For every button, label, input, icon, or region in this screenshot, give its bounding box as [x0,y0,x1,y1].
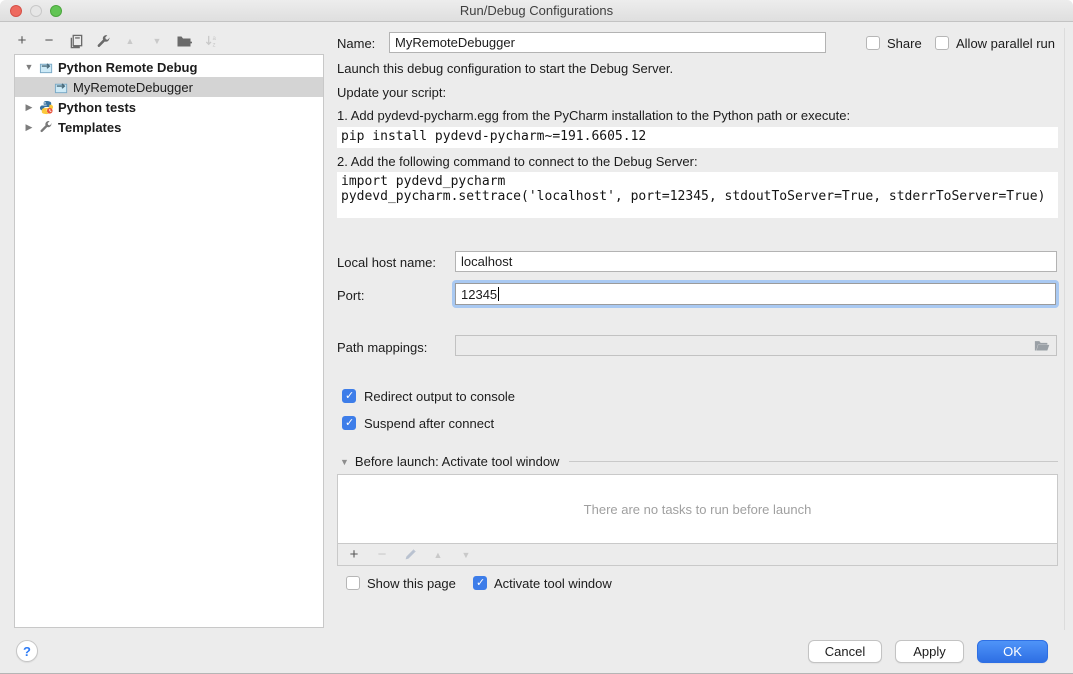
text-caret [498,287,499,301]
titlebar: Run/Debug Configurations [0,0,1073,22]
move-task-up-button[interactable]: ▲ [430,547,446,563]
python-icon [38,99,54,115]
configurations-tree: ▼ Python Remote Debug MyRemoteDebugger ▶… [14,54,324,628]
cancel-button[interactable]: Cancel [808,640,882,663]
help-icon: ? [23,644,31,659]
tree-item-python-tests[interactable]: ▶ Python tests [15,97,323,117]
sort-configurations-icon[interactable]: az [203,33,219,49]
port-label: Port: [337,288,364,303]
svg-text:z: z [212,41,215,48]
update-script-text: Update your script: [337,85,446,100]
tree-item-label: Python Remote Debug [58,60,197,75]
add-configuration-button[interactable]: + [14,33,30,49]
before-launch-task-list[interactable]: There are no tasks to run before launch [337,474,1058,544]
move-task-down-button[interactable]: ▼ [458,547,474,563]
share-label: Share [887,36,922,51]
port-input[interactable]: 12345 [455,283,1056,305]
suspend-after-connect-label: Suspend after connect [364,416,494,431]
apply-button[interactable]: Apply [895,640,964,663]
settrace-code-line2: pydevd_pycharm.settrace('localhost', por… [341,189,1054,204]
redirect-output-label: Redirect output to console [364,389,515,404]
task-toolbar: + − ▲ ▼ [337,544,1058,566]
show-this-page-label: Show this page [367,576,456,591]
move-up-button[interactable]: ▲ [122,33,138,49]
activate-tool-window-checkbox[interactable] [473,576,487,590]
intro-text: Launch this debug configuration to start… [337,61,673,76]
allow-parallel-run-label: Allow parallel run [956,36,1055,51]
settrace-code-line1: import pydevd_pycharm [341,174,1054,189]
chevron-collapsed-icon[interactable]: ▶ [23,122,35,133]
run-debug-configurations-dialog: Run/Debug Configurations + − ▲ ▼ az ▼ Py… [0,0,1073,674]
copy-configuration-icon[interactable] [68,33,84,49]
tree-item-label: Templates [58,120,121,135]
step1-text: 1. Add pydevd-pycharm.egg from the PyCha… [337,108,850,123]
suspend-after-connect-checkbox[interactable] [342,416,356,430]
before-launch-label: Before launch: Activate tool window [355,454,560,469]
tree-item-label: MyRemoteDebugger [73,80,193,95]
content-right-divider [1064,28,1065,630]
edit-task-icon[interactable] [402,547,418,563]
remote-debug-icon [53,79,69,95]
remove-task-button[interactable]: − [374,547,390,563]
local-host-name-label: Local host name: [337,255,436,270]
name-input[interactable] [389,32,826,53]
tree-item-label: Python tests [58,100,136,115]
redirect-output-checkbox[interactable] [342,389,356,403]
local-host-name-input[interactable] [455,251,1057,272]
path-mappings-label: Path mappings: [337,340,427,355]
remove-configuration-button[interactable]: − [41,33,57,49]
configurations-toolbar: + − ▲ ▼ az [14,31,219,51]
share-checkbox[interactable] [866,36,880,50]
step2-text: 2. Add the following command to connect … [337,154,698,169]
window-title: Run/Debug Configurations [0,3,1073,18]
before-launch-section-header[interactable]: ▼ Before launch: Activate tool window [340,454,1058,469]
chevron-expanded-icon[interactable]: ▼ [340,457,349,467]
tree-item-python-remote-debug[interactable]: ▼ Python Remote Debug [15,57,323,77]
pip-install-code: pip install pydevd-pycharm~=191.6605.12 [337,127,1058,148]
settrace-code-block: import pydevd_pycharmpydevd_pycharm.sett… [337,172,1058,218]
activate-tool-window-label: Activate tool window [494,576,612,591]
allow-parallel-run-checkbox[interactable] [935,36,949,50]
path-mappings-input[interactable] [455,335,1057,356]
browse-folder-icon[interactable] [1034,339,1050,353]
tree-item-myremotedebugger[interactable]: MyRemoteDebugger [15,77,323,97]
wrench-icon [38,119,54,135]
ok-button[interactable]: OK [977,640,1048,663]
chevron-collapsed-icon[interactable]: ▶ [23,102,35,113]
name-label: Name: [337,36,375,51]
section-divider [569,461,1058,462]
show-this-page-checkbox[interactable] [346,576,360,590]
port-input-focus-ring: 12345 [452,280,1059,308]
new-folder-icon[interactable] [176,33,192,49]
help-button[interactable]: ? [16,640,38,662]
remote-debug-icon [38,59,54,75]
chevron-expanded-icon[interactable]: ▼ [23,62,35,72]
no-tasks-placeholder: There are no tasks to run before launch [584,502,812,517]
move-down-button[interactable]: ▼ [149,33,165,49]
add-task-button[interactable]: + [346,547,362,563]
tree-item-templates[interactable]: ▶ Templates [15,117,323,137]
port-value: 12345 [461,287,497,302]
edit-templates-wrench-icon[interactable] [95,33,111,49]
